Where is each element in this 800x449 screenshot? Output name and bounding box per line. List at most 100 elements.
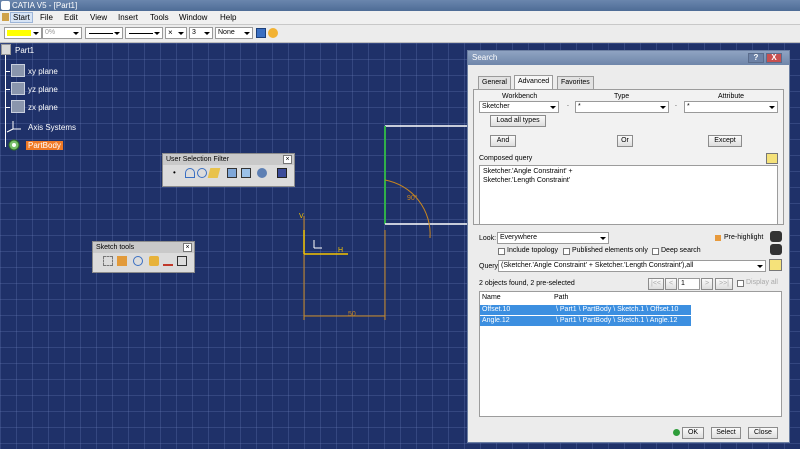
close-button[interactable]: X (766, 53, 782, 63)
title-bar: CATIA V5 - [Part1] (0, 0, 800, 11)
look-select[interactable]: Everywhere (497, 232, 609, 244)
table-row[interactable]: Offset.10 \ Part1 \ PartBody \ Sketch.1 … (480, 305, 691, 315)
query-value: (Sketcher.'Angle Constraint' + Sketcher.… (501, 262, 694, 269)
prev-page-button[interactable]: < (665, 278, 677, 290)
search-dialog-titlebar: Search (468, 51, 789, 65)
table-row[interactable]: Angle.12 \ Part1 \ PartBody \ Sketch.1 \… (480, 316, 691, 326)
and-button[interactable]: And (490, 135, 516, 147)
plane-icon (11, 64, 25, 77)
include-topology-checkbox[interactable] (498, 248, 505, 255)
h-axis-label: H (338, 247, 344, 254)
help-button[interactable]: ? (748, 53, 764, 63)
load-all-types-button[interactable]: Load all types (490, 115, 546, 127)
user-selection-filter-toolbar[interactable]: User Selection Filter × • (162, 153, 295, 187)
results-name-header[interactable]: Name (482, 294, 501, 301)
menu-insert[interactable]: Insert (118, 13, 138, 22)
menu-edit[interactable]: Edit (64, 13, 78, 22)
results-path-header[interactable]: Path (554, 294, 568, 301)
tab-general[interactable]: General (478, 76, 511, 89)
result-name: Angle.12 (482, 317, 510, 324)
type-column-label: Type (614, 93, 630, 100)
opacity-select[interactable]: 0% (42, 27, 82, 39)
snap-to-point-icon[interactable] (117, 256, 127, 266)
menu-file[interactable]: File (40, 13, 53, 22)
fill-color-select[interactable] (4, 27, 42, 39)
point-filter-icon[interactable]: • (173, 168, 183, 178)
query-select[interactable]: (Sketcher.'Angle Constraint' + Sketcher.… (498, 260, 766, 272)
sketch-tools-toolbar[interactable]: Sketch tools × (92, 241, 195, 273)
tab-favorites[interactable]: Favorites (557, 76, 594, 89)
line-type-select[interactable] (85, 27, 123, 39)
work-on-support-icon[interactable] (277, 168, 287, 178)
menu-bar: Start File Edit View Insert Tools Window… (0, 11, 800, 25)
page-number-field[interactable]: 1 (678, 278, 700, 290)
tree-item-axis-systems[interactable]: Axis Systems (28, 123, 76, 132)
menu-tools[interactable]: Tools (150, 13, 169, 22)
menu-view[interactable]: View (90, 13, 107, 22)
tree-item-yz-plane[interactable]: yz plane (28, 85, 58, 94)
favorite-query-icon[interactable] (769, 259, 782, 271)
line-weight-select[interactable] (125, 27, 163, 39)
tree-item-xy-plane[interactable]: xy plane (28, 67, 58, 76)
menu-start[interactable]: Start (10, 12, 33, 23)
search-binoculars-icon[interactable] (770, 244, 782, 255)
display-all-label: Display all (746, 279, 778, 286)
ok-button[interactable]: OK (682, 427, 704, 439)
look-label: Look: (479, 235, 497, 242)
plane-icon (11, 100, 25, 113)
angle-dimension-label[interactable]: 90° (407, 195, 418, 202)
opacity-value: 0% (45, 29, 56, 36)
last-page-button[interactable]: >>| (715, 278, 733, 290)
edit-pencil-icon[interactable] (766, 153, 778, 164)
point-type-select[interactable]: × (165, 27, 187, 39)
pre-highlight-indicator[interactable] (715, 235, 721, 241)
ok-icon (673, 429, 680, 436)
composed-query-line-1: Sketcher.'Angle Constraint' + (483, 168, 573, 175)
menu-window[interactable]: Window (179, 13, 207, 22)
feature-element-filter-icon[interactable] (227, 168, 237, 178)
results-list[interactable]: Name Path Offset.10 \ Part1 \ PartBody \… (479, 291, 782, 417)
or-button[interactable]: Or (617, 135, 633, 147)
angle-dimension-arc[interactable] (384, 179, 431, 239)
grid-icon[interactable] (103, 256, 113, 266)
layer-select[interactable]: None (215, 27, 253, 39)
close-dialog-button[interactable]: Close (748, 427, 778, 439)
except-button[interactable]: Except (708, 135, 742, 147)
published-only-label: Published elements only (572, 247, 648, 254)
painter-icon[interactable] (268, 28, 278, 38)
select-button[interactable]: Select (711, 427, 741, 439)
surface-filter-icon[interactable] (197, 168, 207, 178)
tree-item-zx-plane[interactable]: zx plane (28, 103, 58, 112)
result-path: \ Part1 \ PartBody \ Sketch.1 \ Offset.1… (556, 306, 679, 313)
tree-root-part1[interactable]: Part1 (15, 46, 34, 55)
display-all-checkbox[interactable] (737, 280, 744, 287)
volume-filter-icon[interactable] (207, 168, 221, 178)
published-only-checkbox[interactable] (563, 248, 570, 255)
close-icon[interactable]: × (183, 243, 192, 252)
workbench-select[interactable]: Sketcher (479, 101, 559, 113)
curve-filter-icon[interactable] (185, 168, 195, 178)
dimensional-constraints-icon[interactable] (163, 256, 173, 266)
construction-element-icon[interactable] (133, 256, 143, 266)
tree-item-partbody[interactable]: PartBody (26, 141, 63, 150)
layer-filter-icon[interactable] (256, 28, 266, 38)
tab-advanced[interactable]: Advanced (514, 75, 554, 90)
binoculars-icon[interactable] (770, 231, 782, 242)
sketch-geometry[interactable] (290, 120, 470, 330)
quick-select-filter-icon[interactable] (257, 168, 267, 178)
first-page-button[interactable]: |<< (648, 278, 664, 290)
geometrical-element-filter-icon[interactable] (241, 168, 251, 178)
geometrical-constraints-icon[interactable] (149, 256, 159, 266)
user-selection-filter-title: User Selection Filter (163, 154, 294, 165)
type-select[interactable]: * (575, 101, 669, 113)
layer-number-select[interactable]: 3 (189, 27, 213, 39)
menu-help[interactable]: Help (220, 13, 236, 22)
attribute-select[interactable]: * (684, 101, 778, 113)
next-page-button[interactable]: > (701, 278, 713, 290)
graphic-properties-toolbar: 0% × 3 None (0, 25, 800, 43)
close-icon[interactable]: × (283, 155, 292, 164)
deep-search-checkbox[interactable] (652, 248, 659, 255)
length-dimension-label[interactable]: 50 (348, 311, 356, 318)
automatic-dimensional-constraints-icon[interactable] (177, 256, 187, 266)
composed-query-textarea[interactable]: Sketcher.'Angle Constraint' + Sketcher.'… (479, 165, 778, 225)
